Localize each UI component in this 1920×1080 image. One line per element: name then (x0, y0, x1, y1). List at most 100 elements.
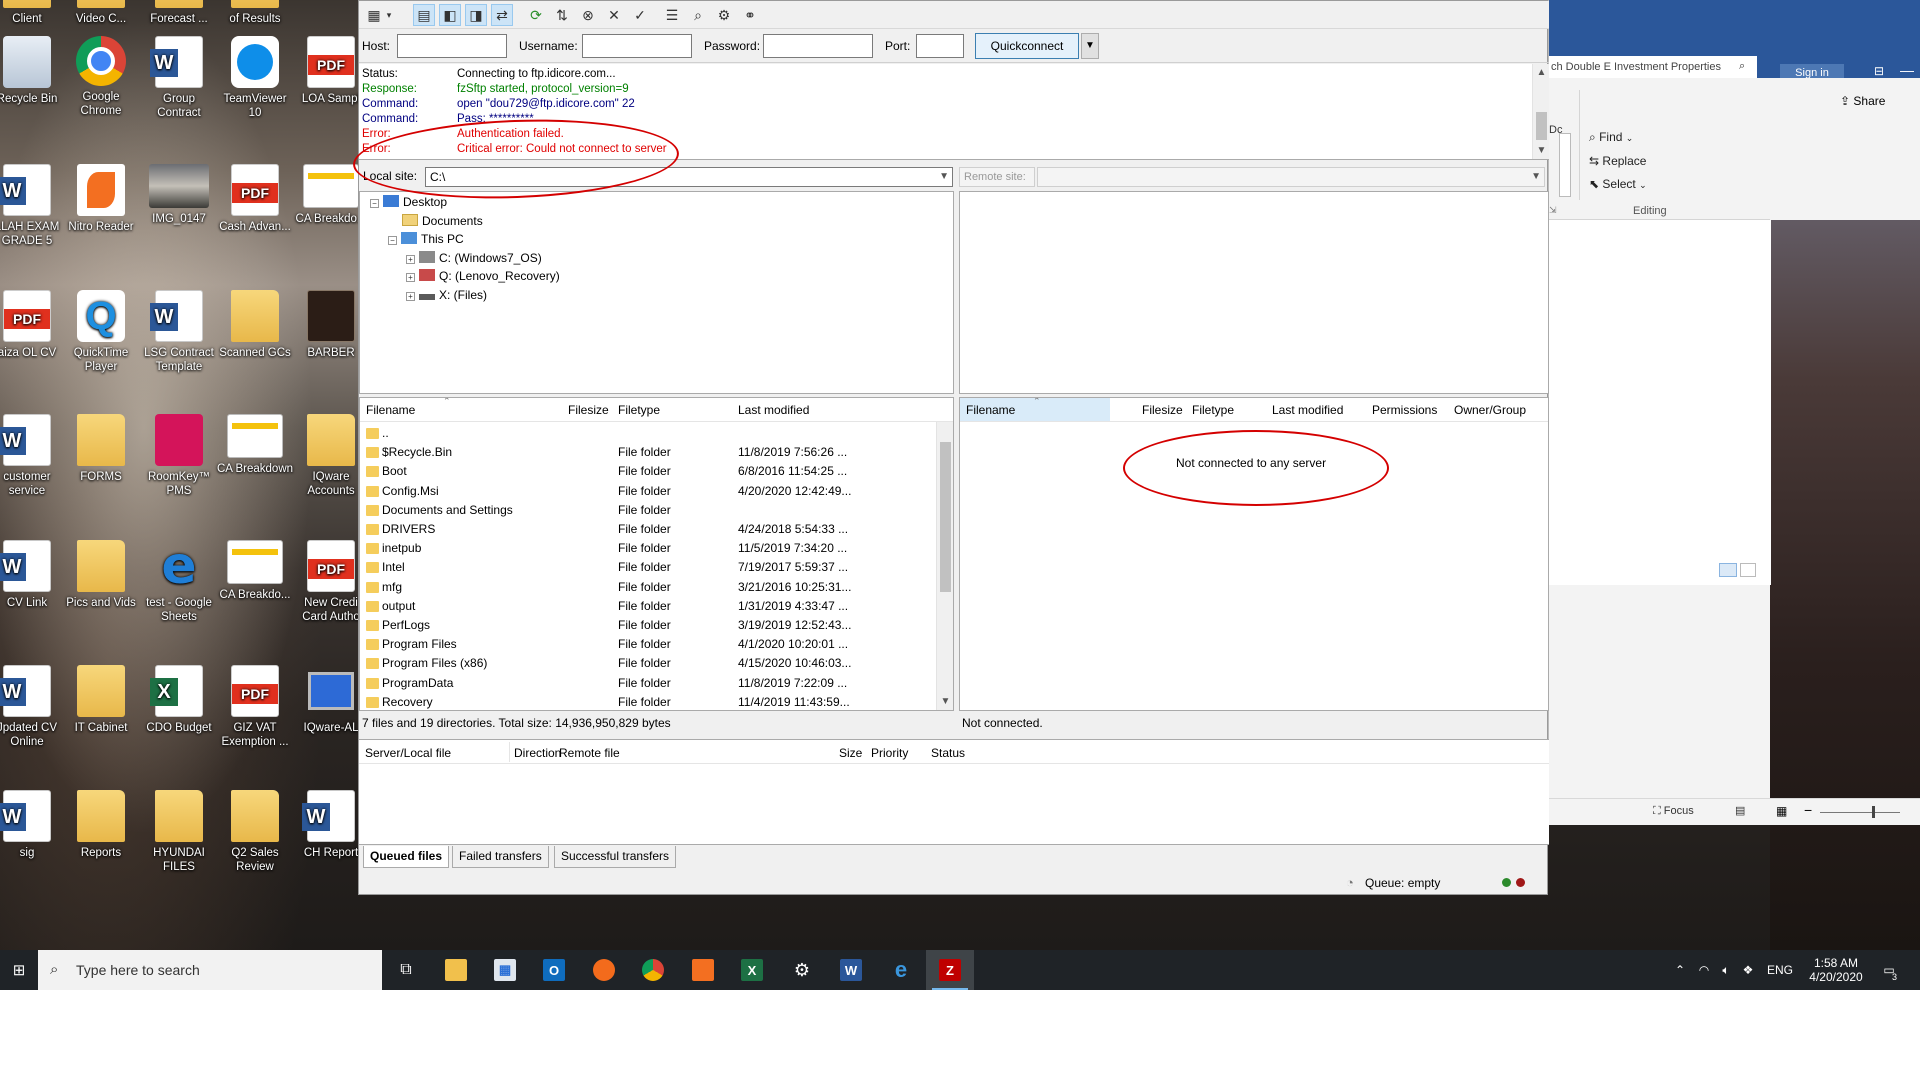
desktop-icon[interactable]: CA Breakdo... (216, 540, 294, 602)
file-row[interactable]: Boot File folder 6/8/2016 11:54:25 ... (360, 462, 953, 481)
dropbox-icon[interactable]: ❖ (1738, 950, 1758, 990)
desktop-icon[interactable]: HYUNDAI FILES (140, 790, 218, 874)
password-input[interactable] (763, 34, 873, 58)
toggle-remote-tree-icon[interactable]: ◨ (465, 4, 487, 26)
desktop-icon[interactable]: CV Link (0, 540, 66, 610)
desktop-icon[interactable]: Client (0, 0, 66, 26)
sync-browse-icon[interactable]: ⚙ (713, 4, 735, 26)
desktop-icon[interactable]: Forecast ... (140, 0, 218, 26)
file-row[interactable]: Program Files (x86) File folder 4/15/2020 … (360, 654, 953, 673)
replace-button[interactable]: ⇆ Replace (1589, 154, 1646, 168)
desktop-icon[interactable]: TeamViewer 10 (216, 36, 294, 120)
notifications-button[interactable]: ▭ 3 (1874, 950, 1904, 990)
reconnect-icon[interactable]: ✓ (629, 4, 651, 26)
refresh-icon[interactable]: ⟳ (525, 4, 547, 26)
expand-icon[interactable]: + (406, 254, 415, 264)
nitro-button[interactable] (679, 950, 727, 990)
layout-icon[interactable] (1719, 563, 1737, 577)
port-input[interactable] (916, 34, 964, 58)
collapse-icon[interactable]: − (388, 236, 397, 245)
desktop-icon[interactable]: LLAH EXAM GRADE 5 (0, 164, 66, 248)
file-row[interactable]: Documents and Settings File folder (360, 501, 953, 520)
message-log[interactable]: Status: Connecting to ftp.idicore.com... R… (359, 64, 1549, 160)
local-scroll-thumb[interactable] (940, 442, 951, 592)
clock[interactable]: 1:58 AM 4/20/2020 (1800, 950, 1872, 990)
file-row[interactable]: Recovery File folder 11/4/2019 11:43:59... (360, 693, 953, 710)
desktop-icon[interactable]: Jpdated CV Online (0, 665, 66, 749)
file-row[interactable]: .. (360, 424, 953, 443)
word-document-page[interactable] (1549, 220, 1771, 585)
zoom-slider[interactable] (1820, 812, 1900, 813)
network-icon[interactable]: ◠ (1694, 950, 1714, 990)
tree-node[interactable]: Documents (388, 213, 483, 229)
col-size[interactable]: Size (839, 746, 862, 760)
file-row[interactable]: $Recycle.Bin File folder 11/8/2019 7:56:26… (360, 443, 953, 462)
log-scrollbar[interactable]: ▲ ▼ (1532, 64, 1549, 159)
scroll-down-icon[interactable]: ▼ (1533, 142, 1550, 159)
file-row[interactable]: Intel File folder 7/19/2017 5:59:37 ... (360, 558, 953, 577)
tab-queued-files[interactable]: Queued files (363, 846, 450, 868)
word-button[interactable]: W (827, 950, 875, 990)
remote-file-list[interactable]: Filename ⌃ Filesize Filetype Last modifi… (959, 397, 1549, 711)
col-filetype[interactable]: Filetype (1192, 403, 1234, 417)
col-filesize[interactable]: Filesize (568, 403, 609, 417)
chevron-down-icon[interactable]: ▼ (1531, 168, 1541, 186)
outlook-button[interactable]: O (530, 950, 578, 990)
tree-node[interactable]: − Desktop (370, 194, 447, 210)
file-row[interactable]: Config.Msi File folder 4/20/2020 12:42:49.… (360, 482, 953, 501)
filezilla-button[interactable]: Z (926, 950, 974, 990)
desktop-icon[interactable]: GIZ VAT Exemption ... (216, 665, 294, 749)
filter-icon[interactable]: ☰ (661, 4, 683, 26)
share-button[interactable]: ⇪ Share (1840, 94, 1885, 108)
compare-icon[interactable]: ⌕ (687, 4, 709, 26)
read-mode-icon[interactable]: ▤ (1735, 804, 1745, 817)
scroll-down-icon[interactable]: ▼ (937, 693, 953, 710)
local-site-input[interactable]: C:\ ▼ (425, 167, 953, 187)
col-server-local-file[interactable]: Server/Local file (365, 746, 451, 760)
file-row[interactable]: mfg File folder 3/21/2016 10:25:31... (360, 578, 953, 597)
zoom-slider-thumb[interactable] (1872, 806, 1875, 818)
desktop-icon[interactable]: of Results (216, 0, 294, 26)
tab-successful-transfers[interactable]: Successful transfers (554, 846, 677, 868)
toggle-local-tree-icon[interactable]: ◧ (439, 4, 461, 26)
desktop-icon[interactable]: CDO Budget (140, 665, 218, 735)
word-search-box[interactable]: ch Double E Investment Properties (1549, 56, 1757, 78)
file-explorer-button[interactable] (432, 950, 480, 990)
remote-site-input[interactable]: ▼ (1037, 167, 1545, 187)
site-manager-dropdown-icon[interactable]: ▾ (383, 4, 395, 26)
tab-failed-transfers[interactable]: Failed transfers (452, 846, 549, 868)
username-input[interactable] (582, 34, 692, 58)
desktop-icon[interactable]: IT Cabinet (62, 665, 140, 735)
select-button[interactable]: ⬉ Select ⌄ (1589, 177, 1647, 191)
edge-button[interactable]: e (877, 950, 925, 990)
col-remote-file[interactable]: Remote file (559, 746, 620, 760)
process-queue-icon[interactable]: ⇅ (551, 4, 573, 26)
col-filename[interactable]: Filename (966, 403, 1015, 417)
styles-scroll[interactable] (1559, 133, 1571, 197)
desktop-icon[interactable]: Pics and Vids (62, 540, 140, 610)
col-owner-group[interactable]: Owner/Group (1454, 403, 1526, 417)
start-button[interactable]: ⊞ (0, 950, 38, 990)
tree-node[interactable]: + Q: (Lenovo_Recovery) (406, 268, 560, 284)
focus-button[interactable]: ⛶ Focus (1653, 805, 1694, 818)
file-row[interactable]: inetpub File folder 11/5/2019 7:34:20 ... (360, 539, 953, 558)
tray-expand-icon[interactable]: ⌃ (1670, 950, 1690, 990)
firefox-button[interactable] (580, 950, 628, 990)
expand-icon[interactable]: + (406, 273, 415, 282)
desktop-icon[interactable]: customer service (0, 414, 66, 498)
desktop-icon[interactable]: LSG Contract Template (140, 290, 218, 374)
cancel-icon[interactable]: ⊗ (577, 4, 599, 26)
transfer-queue[interactable]: Server/Local file Direction Remote file … (359, 739, 1549, 845)
col-last-modified[interactable]: Last modified (1272, 403, 1343, 417)
search-icon[interactable]: ⌕ (1739, 60, 1745, 73)
col-last-modified[interactable]: Last modified (738, 403, 809, 417)
desktop-icon[interactable]: Group Contract (140, 36, 218, 120)
desktop-icon[interactable]: Q2 Sales Review (216, 790, 294, 874)
desktop-icon[interactable]: Nitro Reader (62, 164, 140, 234)
desktop-icon[interactable]: QuickTime Player (62, 290, 140, 374)
volume-icon[interactable]: 🔈︎ (1716, 950, 1736, 990)
tree-node[interactable]: + C: (Windows7_OS) (406, 250, 542, 266)
tree-node[interactable]: − This PC (388, 231, 464, 247)
remote-directory-tree[interactable] (959, 191, 1549, 394)
desktop-icon[interactable]: Recycle Bin (0, 36, 66, 106)
